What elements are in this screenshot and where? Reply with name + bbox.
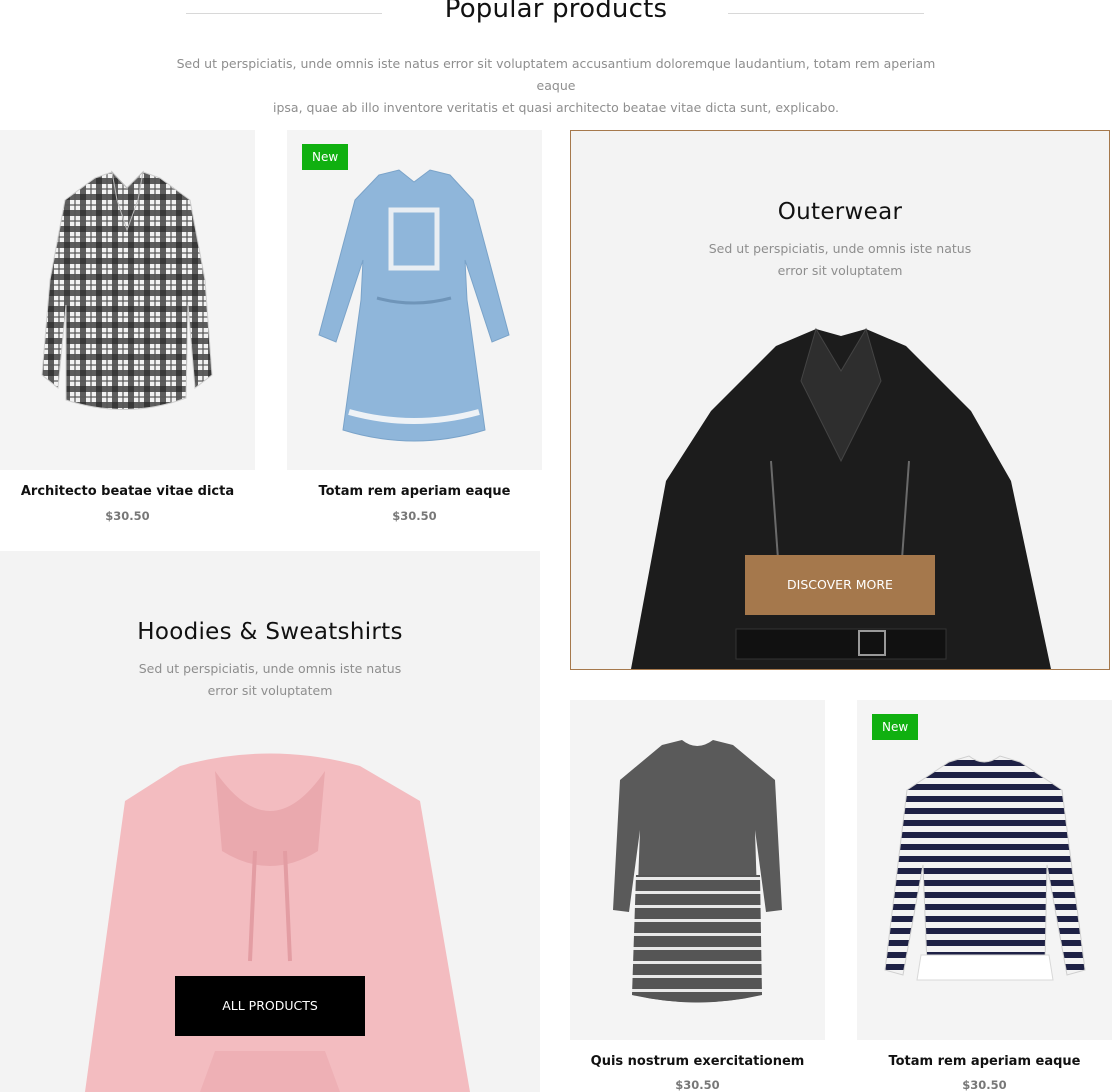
product-name[interactable]: Quis nostrum exercitationem	[570, 1054, 825, 1069]
promo-outerwear[interactable]: Outerwear Sed ut perspiciatis, unde omni…	[570, 130, 1110, 670]
plaid-shirt-illustration	[41, 170, 213, 410]
striped-dress-illustration	[613, 740, 782, 1003]
product-price: $30.50	[675, 1078, 720, 1092]
denim-dress-illustration	[318, 169, 510, 442]
section-intro-line-1: Sed ut perspiciatis, unde omnis iste nat…	[176, 56, 936, 93]
section-intro-line-2: ipsa, quae ab illo inventore veritatis e…	[273, 100, 839, 115]
product-price: $30.50	[392, 509, 437, 523]
striped-top-illustration	[884, 755, 1086, 981]
product-image-striped-top[interactable]	[857, 700, 1112, 1040]
product-name[interactable]: Architecto beatae vitae dicta	[0, 484, 255, 499]
section-title: Popular products	[444, 0, 668, 24]
discover-more-button[interactable]: DISCOVER MORE	[745, 555, 935, 615]
promo-hoodies[interactable]: Hoodies & Sweatshirts Sed ut perspiciati…	[0, 551, 540, 1092]
new-badge: New	[872, 714, 919, 740]
product-price: $30.50	[962, 1078, 1007, 1092]
all-products-button[interactable]: ALL PRODUCTS	[175, 976, 365, 1036]
product-image-striped-dress[interactable]	[570, 700, 825, 1040]
section-intro: Sed ut perspiciatis, unde omnis iste nat…	[160, 53, 952, 119]
product-name[interactable]: Totam rem aperiam eaque	[857, 1054, 1112, 1069]
product-image-denim-dress[interactable]	[287, 130, 542, 470]
product-image-plaid-shirt[interactable]	[0, 130, 255, 470]
product-price: $30.50	[105, 509, 150, 523]
product-name[interactable]: Totam rem aperiam eaque	[287, 484, 542, 499]
new-badge: New	[302, 144, 349, 170]
